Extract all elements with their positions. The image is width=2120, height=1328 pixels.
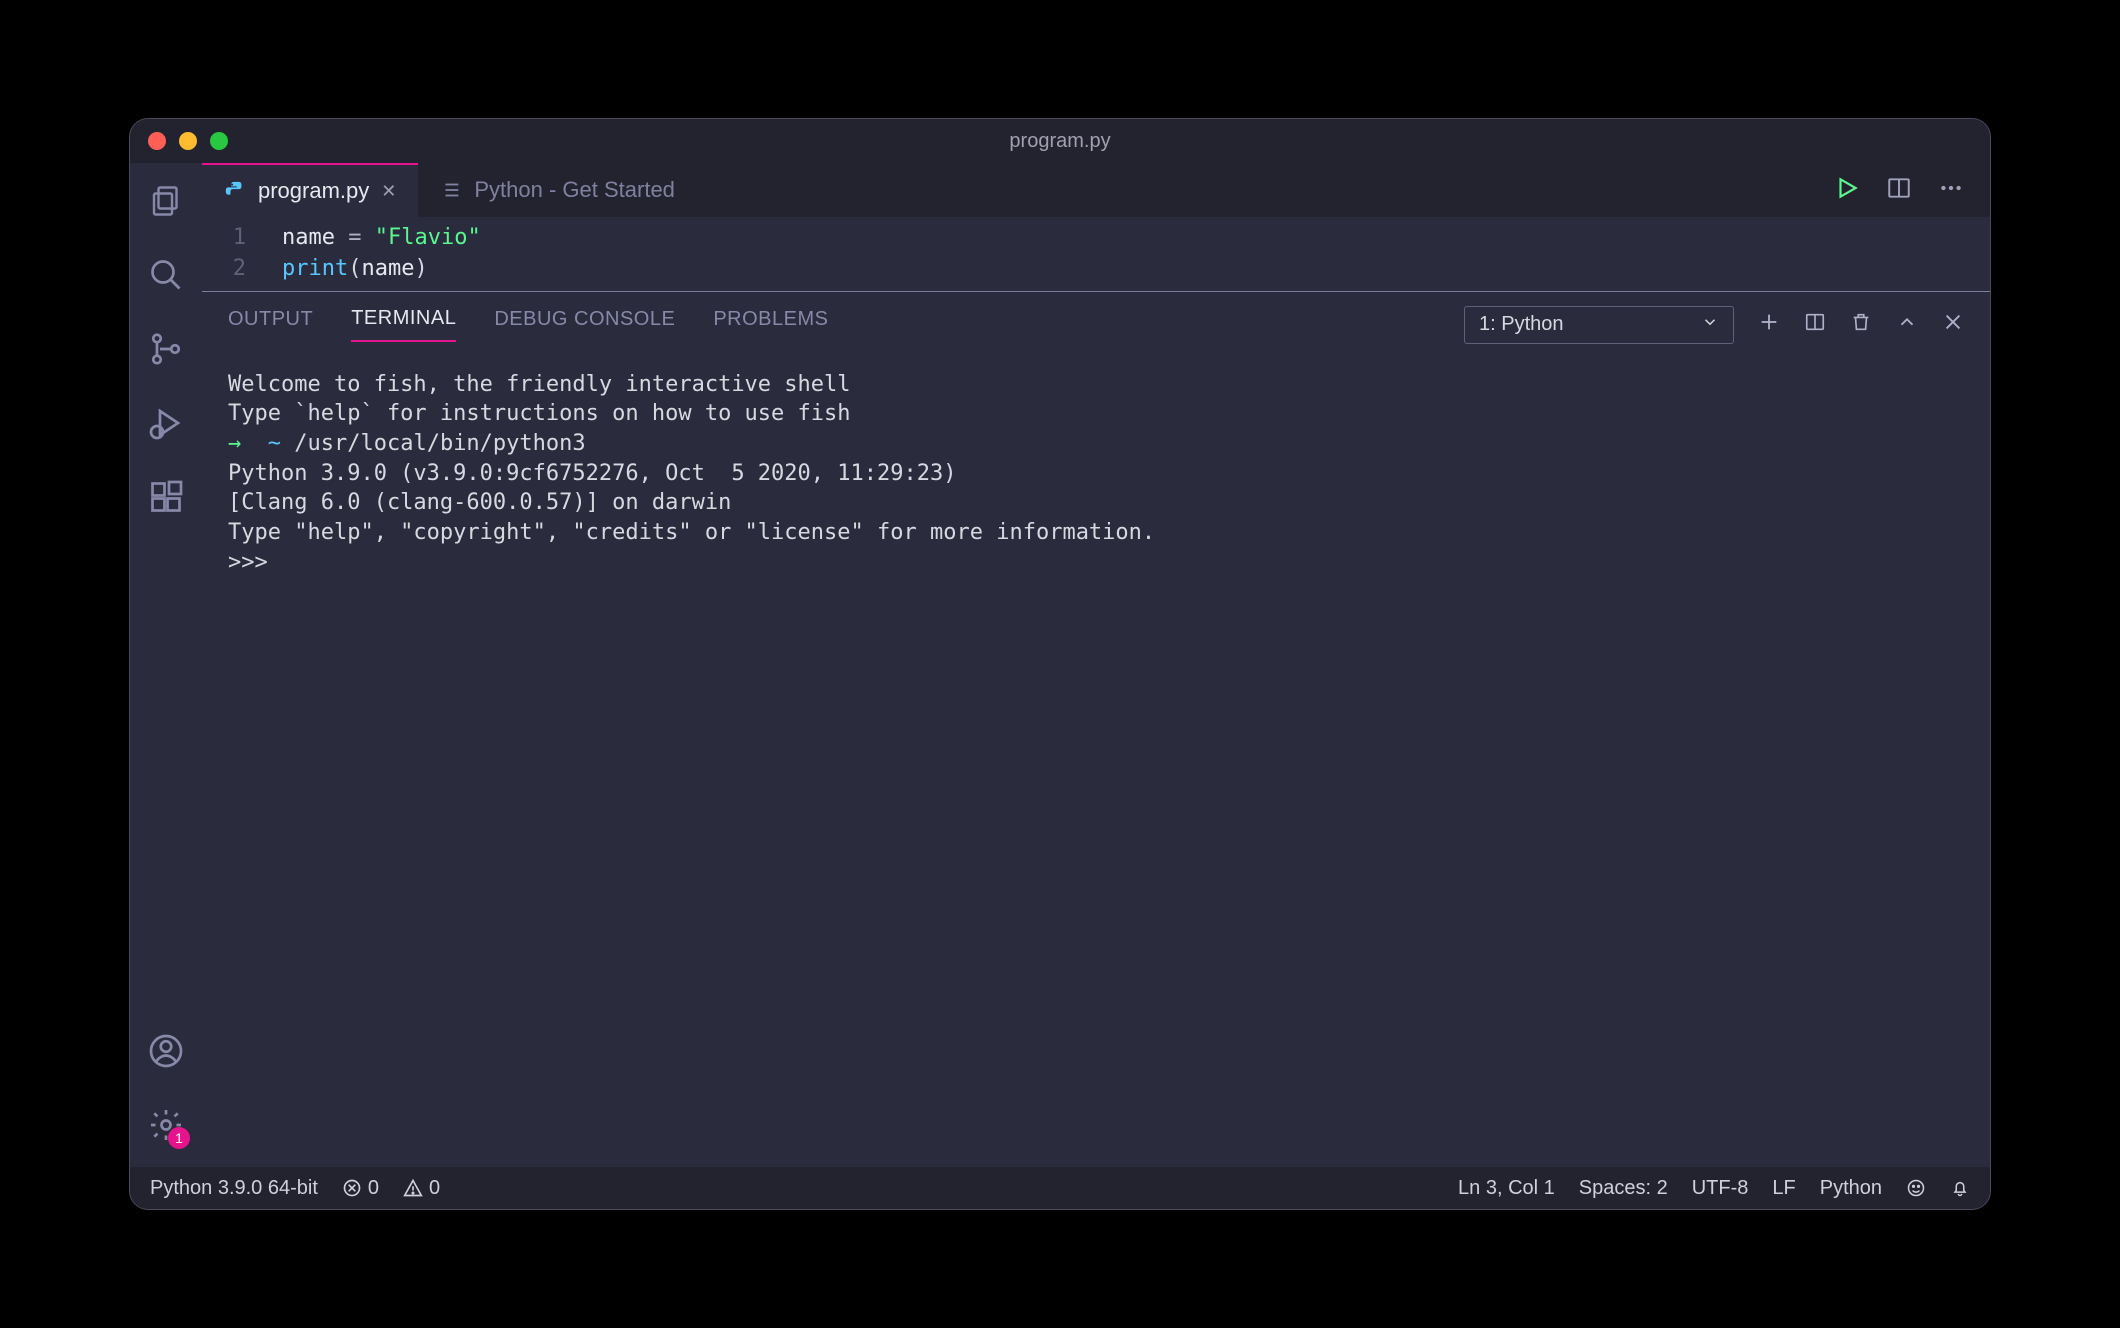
python-file-icon xyxy=(224,180,246,202)
maximize-panel-icon[interactable] xyxy=(1896,311,1918,338)
bottom-panel: OUTPUT TERMINAL DEBUG CONSOLE PROBLEMS 1… xyxy=(202,291,1990,1167)
status-bar: Python 3.9.0 64-bit 0 0 Ln 3, Col 1 Spac… xyxy=(130,1167,1990,1209)
panel-tab-output[interactable]: OUTPUT xyxy=(228,308,313,341)
run-button-icon[interactable] xyxy=(1834,175,1860,206)
close-panel-icon[interactable] xyxy=(1942,311,1964,338)
extensions-icon[interactable] xyxy=(146,477,186,517)
status-interpreter[interactable]: Python 3.9.0 64-bit xyxy=(150,1177,318,1200)
source-control-icon[interactable] xyxy=(146,329,186,369)
titlebar: program.py xyxy=(130,119,1990,163)
status-errors[interactable]: 0 xyxy=(342,1177,379,1200)
activity-bar: 1 xyxy=(130,163,202,1167)
editor-actions xyxy=(1834,163,1990,217)
settings-icon[interactable]: 1 xyxy=(146,1105,186,1145)
terminal-output[interactable]: Welcome to fish, the friendly interactiv… xyxy=(202,344,1990,604)
status-warnings[interactable]: 0 xyxy=(403,1177,440,1200)
feedback-icon[interactable] xyxy=(1906,1178,1926,1198)
panel-tab-terminal[interactable]: TERMINAL xyxy=(351,307,456,342)
vscode-window: program.py 1 xyxy=(130,119,1990,1209)
window-minimize-button[interactable] xyxy=(179,132,197,150)
code-content: name = "Flavio"print(name) xyxy=(282,223,481,285)
main-body: 1 program.py ✕ Python - Get Started xyxy=(130,163,1990,1167)
split-editor-icon[interactable] xyxy=(1886,175,1912,206)
tab-label: program.py xyxy=(258,178,369,204)
window-title: program.py xyxy=(1009,130,1110,153)
panel-tab-bar: OUTPUT TERMINAL DEBUG CONSOLE PROBLEMS 1… xyxy=(202,292,1990,344)
window-close-button[interactable] xyxy=(148,132,166,150)
tab-python-get-started[interactable]: Python - Get Started xyxy=(418,163,697,217)
line-number: 1 xyxy=(202,223,246,254)
explorer-icon[interactable] xyxy=(146,181,186,221)
terminal-selector-label: 1: Python xyxy=(1479,313,1564,336)
panel-tab-problems[interactable]: PROBLEMS xyxy=(713,308,828,341)
accounts-icon[interactable] xyxy=(146,1031,186,1071)
status-ln-col[interactable]: Ln 3, Col 1 xyxy=(1458,1177,1555,1200)
search-icon[interactable] xyxy=(146,255,186,295)
notifications-icon[interactable] xyxy=(1950,1178,1970,1198)
panel-tab-debug-console[interactable]: DEBUG CONSOLE xyxy=(494,308,675,341)
more-actions-icon[interactable] xyxy=(1938,175,1964,206)
line-number: 2 xyxy=(202,254,246,285)
close-icon[interactable]: ✕ xyxy=(381,181,396,202)
code-editor[interactable]: 1 2 name = "Flavio"print(name) xyxy=(202,217,1990,291)
status-eol[interactable]: LF xyxy=(1772,1177,1795,1200)
status-encoding[interactable]: UTF-8 xyxy=(1692,1177,1749,1200)
list-icon xyxy=(440,179,462,201)
tab-program-py[interactable]: program.py ✕ xyxy=(202,163,418,217)
line-number-gutter: 1 2 xyxy=(202,223,282,285)
content-area: program.py ✕ Python - Get Started xyxy=(202,163,1990,1167)
editor-tab-bar: program.py ✕ Python - Get Started xyxy=(202,163,1990,217)
traffic-lights xyxy=(130,132,228,150)
window-maximize-button[interactable] xyxy=(210,132,228,150)
split-terminal-icon[interactable] xyxy=(1804,311,1826,338)
run-debug-icon[interactable] xyxy=(146,403,186,443)
chevron-down-icon xyxy=(1701,313,1719,337)
settings-badge: 1 xyxy=(168,1127,190,1149)
panel-controls: 1: Python xyxy=(1464,306,1964,344)
new-terminal-icon[interactable] xyxy=(1758,311,1780,338)
terminal-selector[interactable]: 1: Python xyxy=(1464,306,1734,344)
tab-label: Python - Get Started xyxy=(474,177,675,203)
kill-terminal-icon[interactable] xyxy=(1850,311,1872,338)
status-language[interactable]: Python xyxy=(1820,1177,1882,1200)
status-spaces[interactable]: Spaces: 2 xyxy=(1579,1177,1668,1200)
